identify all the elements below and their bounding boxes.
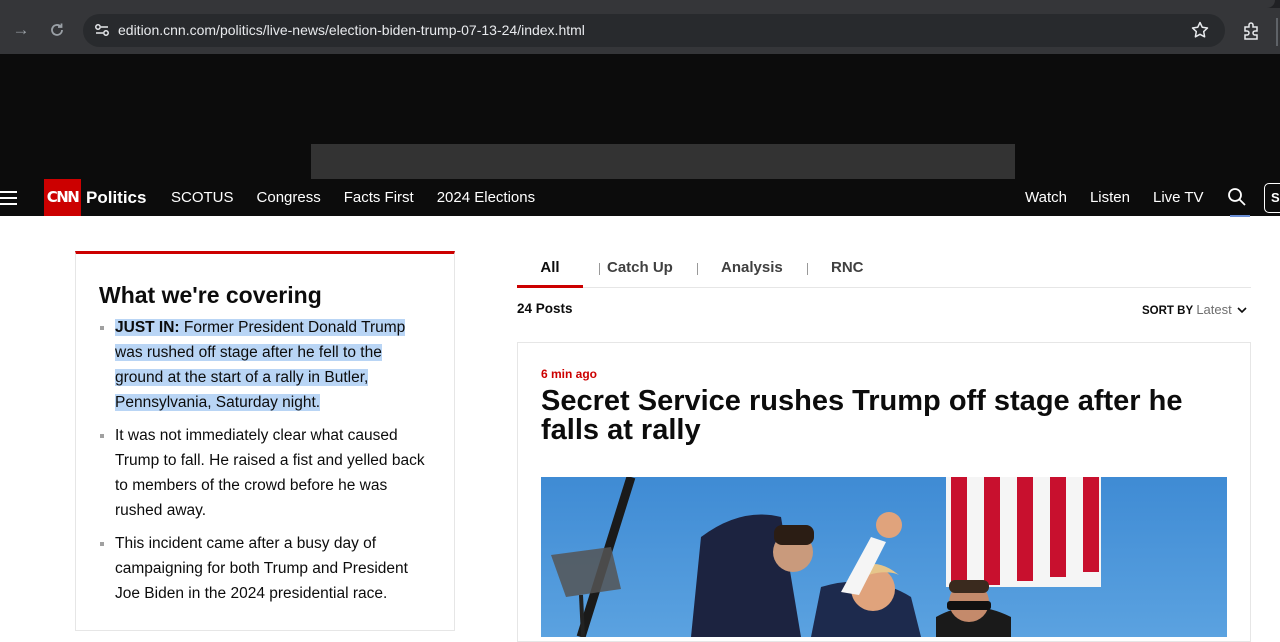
tab-catch-up[interactable]: Catch Up [607, 254, 673, 288]
section-nav: SCOTUS Congress Facts First 2024 Electio… [171, 179, 558, 216]
site-header: CNN Politics SCOTUS Congress Facts First… [0, 179, 1280, 216]
reload-icon[interactable] [44, 17, 70, 43]
tab-divider [807, 263, 808, 275]
tab-divider [697, 263, 698, 275]
list-item-text: This incident came after a busy day of c… [115, 535, 408, 602]
nav-item-live-tv[interactable]: Live TV [1153, 179, 1204, 216]
sign-in-button[interactable]: S [1264, 183, 1280, 213]
just-in-label: JUST IN: [115, 319, 180, 336]
search-icon[interactable] [1227, 187, 1247, 207]
post-card: 6 min ago Secret Service rushes Trump of… [517, 342, 1251, 642]
menu-icon[interactable] [0, 187, 18, 207]
toolbar-divider [1276, 18, 1278, 46]
bookmark-star-icon[interactable] [1189, 19, 1211, 41]
list-item-text: It was not immediately clear what caused… [115, 427, 425, 519]
list-item: This incident came after a busy day of c… [99, 531, 434, 606]
tab-all[interactable]: All [517, 254, 583, 288]
nav-item-congress[interactable]: Congress [257, 179, 321, 216]
extensions-icon[interactable] [1240, 20, 1262, 42]
tab-rnc[interactable]: RNC [831, 254, 864, 288]
browser-toolbar: → edition.cnn.com/politics/live-news/ele… [0, 0, 1280, 54]
post-headline[interactable]: Secret Service rushes Trump off stage af… [541, 387, 1231, 445]
nav-item-watch[interactable]: Watch [1025, 179, 1067, 216]
sort-value: Latest [1196, 302, 1232, 317]
sort-label: SORT BY [1142, 305, 1194, 317]
tab-analysis[interactable]: Analysis [721, 254, 783, 288]
ad-container [0, 54, 1280, 179]
nav-item-listen[interactable]: Listen [1090, 179, 1130, 216]
chevron-down-icon [1237, 307, 1247, 314]
covering-list: JUST IN: Former President Donald Trump w… [99, 315, 434, 614]
nav-item-facts-first[interactable]: Facts First [344, 179, 414, 216]
covering-title: What we're covering [99, 282, 322, 308]
sort-dropdown[interactable]: SORT BY Latest [1142, 302, 1247, 317]
nav-item-2024-elections[interactable]: 2024 Elections [437, 179, 535, 216]
post-timestamp: 6 min ago [541, 367, 598, 381]
post-filter-tabs: All Catch Up Analysis RNC [517, 254, 1251, 288]
header-accent [1230, 215, 1250, 217]
nav-item-scotus[interactable]: SCOTUS [171, 179, 234, 216]
section-title[interactable]: Politics [86, 179, 146, 216]
url-text[interactable]: edition.cnn.com/politics/live-news/elect… [118, 14, 585, 47]
utility-nav: Watch Listen Live TV [1025, 179, 1227, 216]
forward-icon[interactable]: → [8, 17, 34, 43]
tab-divider [599, 263, 600, 275]
post-image[interactable] [541, 477, 1227, 637]
site-settings-icon[interactable] [91, 19, 113, 41]
list-item: JUST IN: Former President Donald Trump w… [99, 315, 434, 415]
posts-count: 24 Posts [517, 301, 573, 316]
ad-slot [311, 144, 1015, 179]
address-bar[interactable]: edition.cnn.com/politics/live-news/elect… [83, 14, 1225, 47]
covering-card: What we're covering JUST IN: Former Pres… [75, 251, 455, 631]
cnn-logo[interactable]: CNN [44, 179, 81, 216]
active-tab-edge [0, 0, 1275, 8]
tab-strip [0, 0, 1280, 8]
rally-photo [551, 477, 1101, 637]
list-item: It was not immediately clear what caused… [99, 423, 434, 523]
